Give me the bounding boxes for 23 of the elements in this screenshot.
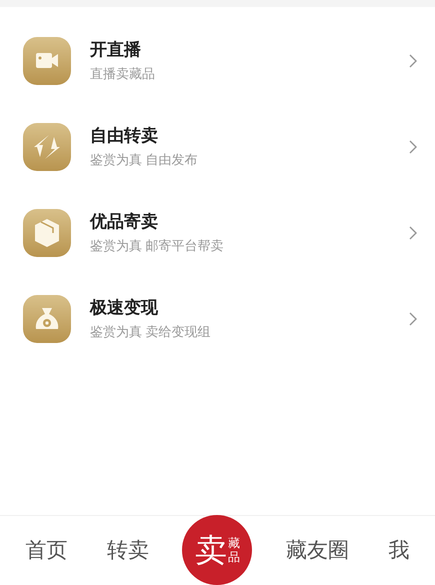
menu-title: 开直播: [90, 39, 142, 61]
menu-title: 自由转卖: [90, 125, 159, 147]
menu-subtitle: 鉴赏为真 自由发布: [90, 151, 199, 169]
tab-item[interactable]: 首页: [20, 534, 74, 566]
menu-item[interactable]: 自由转卖 鉴赏为真 自由发布: [0, 104, 435, 190]
menu-title: 极速变现: [90, 297, 159, 319]
menu-subtitle: 鉴赏为真 邮寄平台帮卖: [90, 237, 225, 255]
tab-item[interactable]: 藏友圈: [280, 534, 355, 566]
chevron-right-icon: [409, 312, 417, 326]
video-camera-icon: [36, 53, 58, 68]
menu-subtitle: 直播卖藏品: [90, 65, 156, 83]
tab-item[interactable]: 转卖: [101, 534, 156, 566]
chevron-right-icon: [409, 54, 417, 68]
chevron-right-icon: [409, 140, 417, 154]
menu-item[interactable]: 开直播 直播卖藏品: [0, 18, 435, 104]
menu-subtitle: 鉴赏为真 卖给变现组: [90, 323, 212, 341]
menu-title: 优品寄卖: [90, 211, 159, 233]
tab-item[interactable]: 我: [382, 534, 416, 566]
menu-item[interactable]: 优品寄卖 鉴赏为真 邮寄平台帮卖: [0, 190, 435, 276]
menu-item[interactable]: 极速变现 鉴赏为真 卖给变现组: [0, 276, 435, 362]
chevron-right-icon: [409, 226, 417, 240]
package-icon: [35, 219, 59, 247]
money-bag-icon: [36, 308, 58, 329]
